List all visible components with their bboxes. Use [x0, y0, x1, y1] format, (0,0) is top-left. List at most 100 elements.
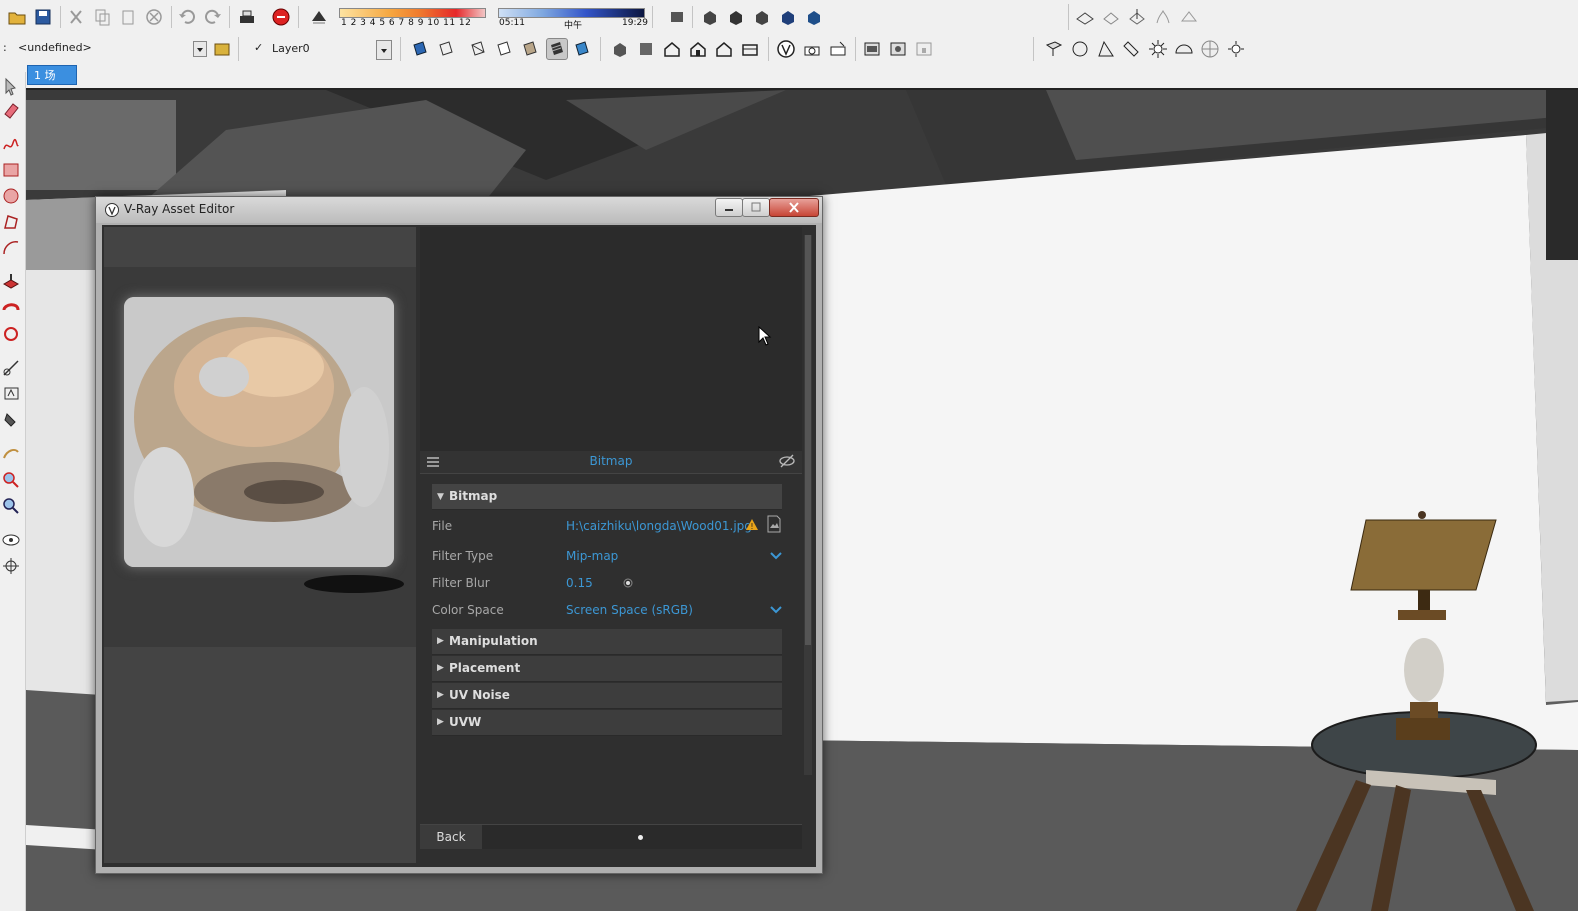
left-view-icon[interactable] — [740, 39, 760, 59]
view-front-icon[interactable] — [752, 7, 772, 27]
cut-icon[interactable] — [66, 7, 86, 27]
vray-sphere-light-icon[interactable] — [1070, 39, 1090, 59]
rollout-uv-noise[interactable]: ▶ UV Noise — [432, 683, 782, 709]
scene-tab-1[interactable]: 1 场 — [27, 65, 77, 85]
section-plane-icon[interactable] — [667, 7, 687, 27]
bitmap-panel-header: Bitmap — [420, 451, 802, 474]
model-info-icon[interactable] — [271, 7, 291, 27]
paste-icon[interactable] — [118, 7, 138, 27]
iso-view-icon[interactable] — [610, 39, 630, 59]
vray-lock-camera-icon[interactable] — [914, 39, 934, 59]
minimize-button[interactable] — [715, 198, 743, 217]
chevron-down-icon[interactable] — [770, 552, 782, 560]
front-view-icon[interactable] — [662, 39, 682, 59]
rollout-placement[interactable]: ▶ Placement — [432, 656, 782, 682]
undo-icon[interactable] — [177, 7, 197, 27]
vray-lightmix-icon[interactable] — [888, 39, 908, 59]
chevron-down-icon[interactable] — [770, 606, 782, 614]
print-icon[interactable] — [237, 7, 257, 27]
push-pull-tool-icon[interactable] — [1, 272, 21, 292]
erase-icon[interactable] — [144, 7, 164, 27]
color-space-value[interactable]: Screen Space (sRGB) — [566, 603, 693, 617]
back-edges-style-icon[interactable] — [436, 39, 456, 59]
shadow-month-slider[interactable] — [339, 8, 486, 18]
select-tool-icon[interactable] — [1, 76, 21, 96]
circle-tool-icon[interactable] — [1, 186, 21, 206]
vray-render-icon[interactable] — [802, 39, 822, 59]
vray-frame-buffer-icon[interactable] — [862, 39, 882, 59]
view-back-icon[interactable] — [804, 7, 824, 27]
monochrome-style-icon[interactable] — [572, 39, 592, 59]
vray-dome-light-icon[interactable] — [1174, 39, 1194, 59]
zoom-extents-tool-icon[interactable] — [1, 496, 21, 516]
file-path-value[interactable]: H:\caizhiku\longda\Wood01.jpg — [566, 519, 752, 533]
look-around-tool-icon[interactable] — [1, 530, 21, 550]
shadows-toggle-icon[interactable] — [309, 7, 329, 27]
browse-file-icon[interactable] — [766, 515, 782, 533]
sandbox-stamp-icon[interactable] — [1153, 7, 1173, 27]
save-icon[interactable] — [33, 7, 53, 27]
rollout-label: UVW — [449, 715, 482, 729]
window-title-bar[interactable]: V-Ray Asset Editor — [96, 197, 822, 223]
toolbar-separator — [229, 6, 230, 28]
shaded-textures-style-icon[interactable] — [546, 38, 568, 60]
maximize-button[interactable] — [742, 198, 770, 217]
polygon-tool-icon[interactable] — [1, 212, 21, 232]
hide-preview-icon[interactable] — [778, 454, 796, 468]
layer-dropdown-button[interactable] — [376, 40, 392, 60]
open-folder-icon[interactable] — [7, 7, 27, 27]
vray-rect-light-icon[interactable] — [1044, 39, 1064, 59]
rotate-tool-icon[interactable] — [1, 324, 21, 344]
slider-dot-icon[interactable] — [622, 577, 634, 589]
vray-omni-light-icon[interactable] — [1148, 39, 1168, 59]
scrollbar-track[interactable] — [804, 235, 812, 775]
hidden-line-style-icon[interactable] — [494, 39, 514, 59]
orbit-tool-icon[interactable] — [1, 444, 21, 464]
right-view-icon[interactable] — [688, 39, 708, 59]
vray-interactive-render-icon[interactable] — [828, 39, 848, 59]
shadow-time-mid: 中午 — [564, 21, 583, 31]
sandbox-grid-icon[interactable] — [1075, 7, 1095, 27]
vray-asset-editor-icon[interactable] — [776, 39, 796, 59]
view-iso-icon[interactable] — [700, 7, 720, 27]
tape-measure-tool-icon[interactable] — [1, 358, 21, 378]
vray-logo-icon — [105, 203, 119, 217]
vray-spot-light-icon[interactable] — [1096, 39, 1116, 59]
close-button[interactable] — [769, 198, 819, 217]
component-dropdown-button[interactable] — [193, 41, 207, 57]
top-view-icon[interactable] — [636, 39, 656, 59]
rollout-bitmap[interactable]: ▼ Bitmap — [432, 484, 782, 510]
zoom-tool-icon[interactable] — [1, 470, 21, 490]
view-top-icon[interactable] — [726, 7, 746, 27]
back-button[interactable]: Back — [420, 825, 482, 849]
filter-blur-value[interactable]: 0.15 — [566, 576, 593, 590]
arc-tool-icon[interactable] — [1, 238, 21, 258]
rollout-uvw[interactable]: ▶ UVW — [432, 710, 782, 736]
shaded-style-icon[interactable] — [520, 39, 540, 59]
sandbox-smoove-icon[interactable] — [1127, 7, 1147, 27]
component-options-icon[interactable] — [212, 39, 232, 59]
vray-ies-light-icon[interactable] — [1122, 39, 1142, 59]
sandbox-drape-icon[interactable] — [1179, 7, 1199, 27]
redo-icon[interactable] — [203, 7, 223, 27]
rollout-manipulation[interactable]: ▶ Manipulation — [432, 629, 782, 655]
shadow-time-slider[interactable] — [498, 8, 645, 18]
xray-style-icon[interactable] — [410, 39, 430, 59]
wireframe-style-icon[interactable] — [468, 39, 488, 59]
paint-bucket-tool-icon[interactable] — [1, 410, 21, 430]
follow-me-tool-icon[interactable] — [1, 298, 21, 318]
section-plane-tool-icon[interactable] — [1, 556, 21, 576]
eraser-tool-icon[interactable] — [1, 100, 21, 120]
rectangle-tool-icon[interactable] — [1, 160, 21, 180]
back-view-icon[interactable] — [714, 39, 734, 59]
collapsed-arrow-icon: ▶ — [437, 636, 444, 646]
sandbox-from-contours-icon[interactable] — [1101, 7, 1121, 27]
filter-type-value[interactable]: Mip-map — [566, 549, 618, 563]
vray-light-gen-icon[interactable] — [1226, 39, 1246, 59]
vray-mesh-light-icon[interactable] — [1200, 39, 1220, 59]
view-right-icon[interactable] — [778, 7, 798, 27]
copy-icon[interactable] — [92, 7, 112, 27]
freehand-tool-icon[interactable] — [1, 134, 21, 154]
scrollbar-thumb[interactable] — [805, 235, 811, 645]
text-tool-icon[interactable] — [1, 384, 21, 404]
